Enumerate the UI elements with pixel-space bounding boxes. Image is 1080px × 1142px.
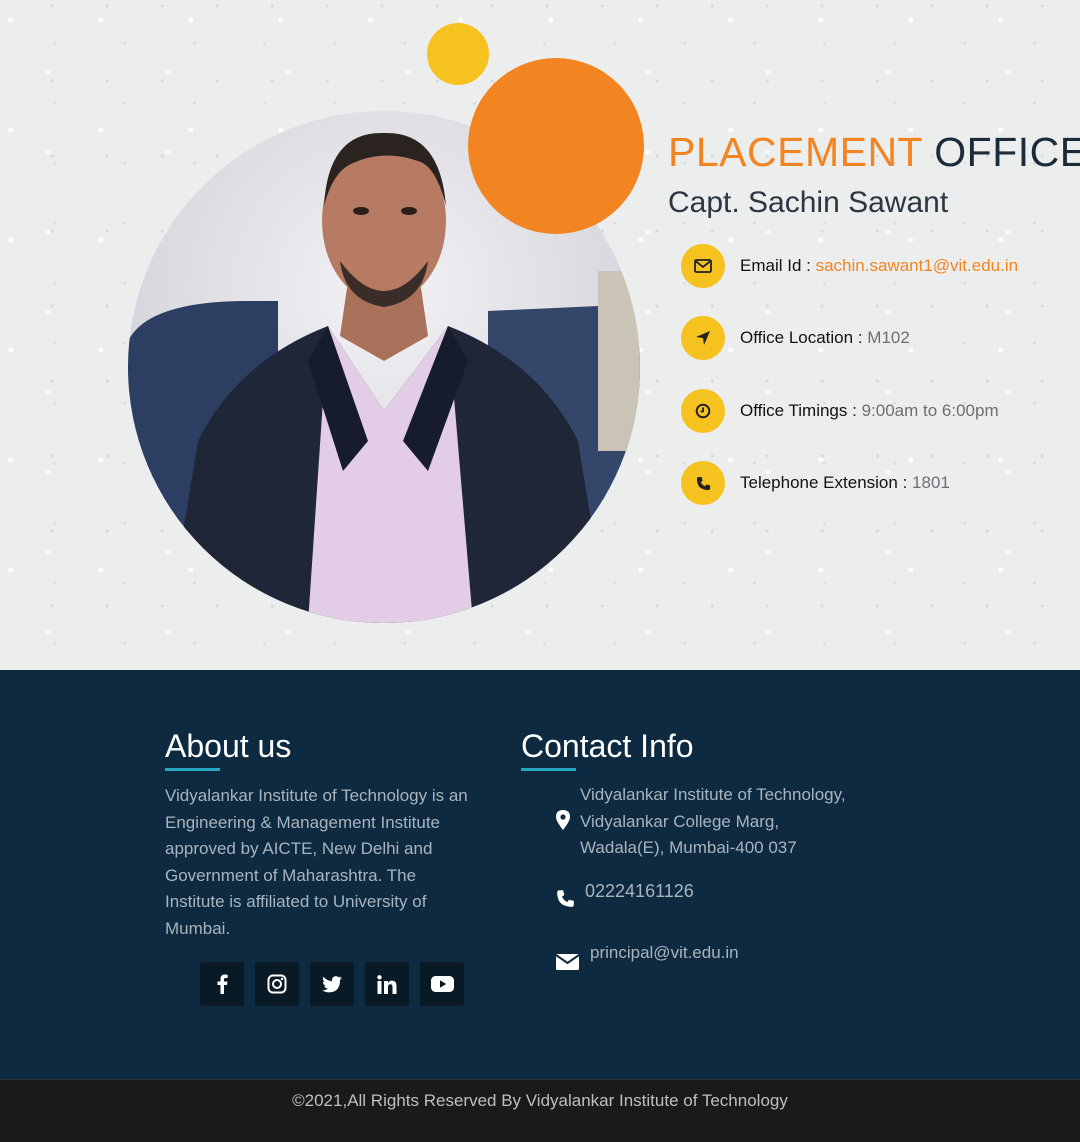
email-label: Email Id : (740, 256, 811, 275)
contact-email[interactable]: principal@vit.edu.in (590, 940, 739, 967)
contact-heading-underline (521, 768, 576, 771)
youtube-button[interactable] (420, 962, 464, 1006)
instagram-icon (267, 974, 287, 994)
facebook-icon (217, 974, 228, 994)
phone-icon (681, 461, 725, 505)
envelope-icon (681, 244, 725, 288)
map-marker-icon (556, 810, 570, 830)
contact-heading: Contact Info (521, 728, 694, 764)
location-value: M102 (867, 328, 910, 347)
twitter-button[interactable] (310, 962, 354, 1006)
address-line-3: Wadala(E), Mumbai-400 037 (580, 838, 797, 857)
youtube-icon (430, 976, 454, 992)
twitter-icon (322, 975, 342, 992)
instagram-button[interactable] (255, 962, 299, 1006)
linkedin-icon (377, 974, 397, 994)
info-row-email: Email Id : sachin.sawant1@vit.edu.in (681, 244, 1018, 288)
phone-icon (557, 890, 574, 907)
telephone-value: 1801 (912, 473, 950, 492)
profile-hero: PLACEMENT OFFICER Capt. Sachin Sawant Em… (0, 0, 1080, 670)
info-row-timings: Office Timings : 9:00am to 6:00pm (681, 389, 999, 433)
timings-value: 9:00am to 6:00pm (861, 401, 999, 420)
page-title: PLACEMENT OFFICER (668, 128, 1080, 176)
telephone-label: Telephone Extension : (740, 473, 908, 492)
info-row-telephone: Telephone Extension : 1801 (681, 461, 950, 505)
envelope-icon (556, 954, 579, 970)
yellow-circle-decoration (427, 23, 489, 85)
about-heading: About us (165, 728, 292, 764)
about-text: Vidyalankar Institute of Technology is a… (165, 786, 468, 938)
address-line-2: Vidyalankar College Marg, (580, 811, 780, 831)
orange-circle-decoration (468, 58, 644, 234)
about-heading-underline (165, 768, 220, 771)
location-arrow-icon (681, 316, 725, 360)
address-line-1: Vidyalankar Institute of Technology, (580, 785, 846, 804)
email-link[interactable]: sachin.sawant1@vit.edu.in (816, 256, 1018, 275)
linkedin-button[interactable] (365, 962, 409, 1006)
copyright-text: ©2021,All Rights Reserved By Vidyalankar… (292, 1091, 788, 1110)
contact-phone[interactable]: 02224161126 (585, 878, 694, 905)
social-links (200, 962, 464, 1006)
clock-icon (681, 389, 725, 433)
site-footer: About us Vidyalankar Institute of Techno… (0, 670, 1080, 1079)
info-row-location: Office Location : M102 (681, 316, 910, 360)
title-rest: OFFICER (934, 129, 1080, 175)
timings-label: Office Timings : (740, 401, 857, 420)
copyright-bar: ©2021,All Rights Reserved By Vidyalankar… (0, 1079, 1080, 1142)
location-label: Office Location : (740, 328, 863, 347)
title-highlight: PLACEMENT (668, 129, 923, 175)
officer-name: Capt. Sachin Sawant (668, 186, 949, 219)
facebook-button[interactable] (200, 962, 244, 1006)
